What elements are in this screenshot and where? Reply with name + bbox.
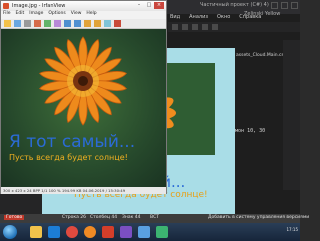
status-add-source-control[interactable]: Добавить в систему управления версиями [208,215,309,220]
toolbar-icon[interactable] [172,24,178,30]
viewer-menu-edit[interactable]: Edit [16,11,25,19]
viewer-menu-help[interactable]: Help [86,11,96,19]
ide-menu-analyze[interactable]: Анализ [189,14,208,20]
viewer-caption-sub: Пусть всегда будет солнце! [9,153,128,162]
viewer-menu-view[interactable]: View [71,11,82,19]
firefox-icon[interactable] [84,226,96,238]
ide-menu-bar: Вид Анализ Окно Справка [170,14,261,20]
status-insert: ВСТ [150,215,159,220]
paste-icon[interactable] [54,20,61,27]
delete-icon[interactable] [34,20,41,27]
print-icon[interactable] [24,20,31,27]
image-viewer-window: Image.jpg - IrfanView – □ × File Edit Im… [0,0,167,194]
viewer-menu-file[interactable]: File [3,11,11,19]
start-button-icon[interactable] [3,225,17,239]
ide-menu-window[interactable]: Окно [217,14,230,20]
minimize-icon[interactable] [271,2,278,9]
save-icon[interactable] [14,20,21,27]
next-icon[interactable] [94,20,101,27]
ide-toolbar [168,22,300,32]
ide-window-controls [271,2,298,9]
taskbar: 17:15 [0,223,300,241]
viewer-title: Image.jpg - IrfanView [12,3,66,9]
irfanview-icon[interactable] [102,226,114,238]
ide-editor-tab[interactable]: assets_Cloud.Main.cs [236,53,284,58]
slideshow-icon[interactable] [104,20,111,27]
close-icon[interactable] [291,2,298,9]
toolbar-icon[interactable] [182,24,188,30]
viewer-menu-bar: File Edit Image Options View Help [1,11,166,19]
paint-icon[interactable] [156,226,168,238]
open-icon[interactable] [4,20,11,27]
ide-menu-help[interactable]: Справка [239,14,261,20]
explorer-icon[interactable] [138,226,150,238]
ide-status-bar: Готово Строка 26 Столбец 44 Знак 44 ВСТ … [0,214,309,223]
ide-side-panel [283,40,300,190]
flower-image [39,36,127,126]
toolbar-icon[interactable] [192,24,198,30]
viewer-menu-options[interactable]: Options [48,11,65,19]
maximize-icon[interactable] [281,2,288,9]
previous-icon[interactable] [84,20,91,27]
status-column: Столбец 44 [90,215,118,220]
media-player-icon[interactable] [48,226,60,238]
viewer-status-bar: 300 x 423 x 24 BPP 1/1 100 % 194.99 KB 0… [1,187,166,194]
maximize-icon[interactable]: □ [144,2,154,9]
irfanview-icon [3,3,9,9]
folder-icon[interactable] [30,226,42,238]
tray-clock[interactable]: 17:15 [276,227,298,237]
viewer-menu-image[interactable]: Image [29,11,43,19]
viewer-caption-main: Я тот самый... [9,132,136,152]
zoom-out-icon[interactable] [74,20,81,27]
minimize-icon[interactable]: – [134,2,144,9]
ide-title: Частичный проект (C#) 4) [200,2,269,8]
viewer-title-bar[interactable]: Image.jpg - IrfanView – □ × [1,1,166,11]
status-char: Знак 44 [122,215,141,220]
viewer-image-canvas[interactable]: Я тот самый... Пусть всегда будет солнце… [1,29,166,187]
status-line: Строка 26 [62,215,87,220]
toolbar-icon[interactable] [202,24,208,30]
settings-icon[interactable] [114,20,121,27]
zoom-in-icon[interactable] [64,20,71,27]
chrome-icon[interactable] [66,226,78,238]
ide-menu-view[interactable]: Вид [170,14,180,20]
viewer-toolbar [1,19,166,29]
status-ready: Готово [4,215,25,220]
copy-icon[interactable] [44,20,51,27]
visual-studio-icon[interactable] [120,226,132,238]
toolbar-icon[interactable] [212,24,218,30]
close-icon[interactable]: × [154,2,164,9]
